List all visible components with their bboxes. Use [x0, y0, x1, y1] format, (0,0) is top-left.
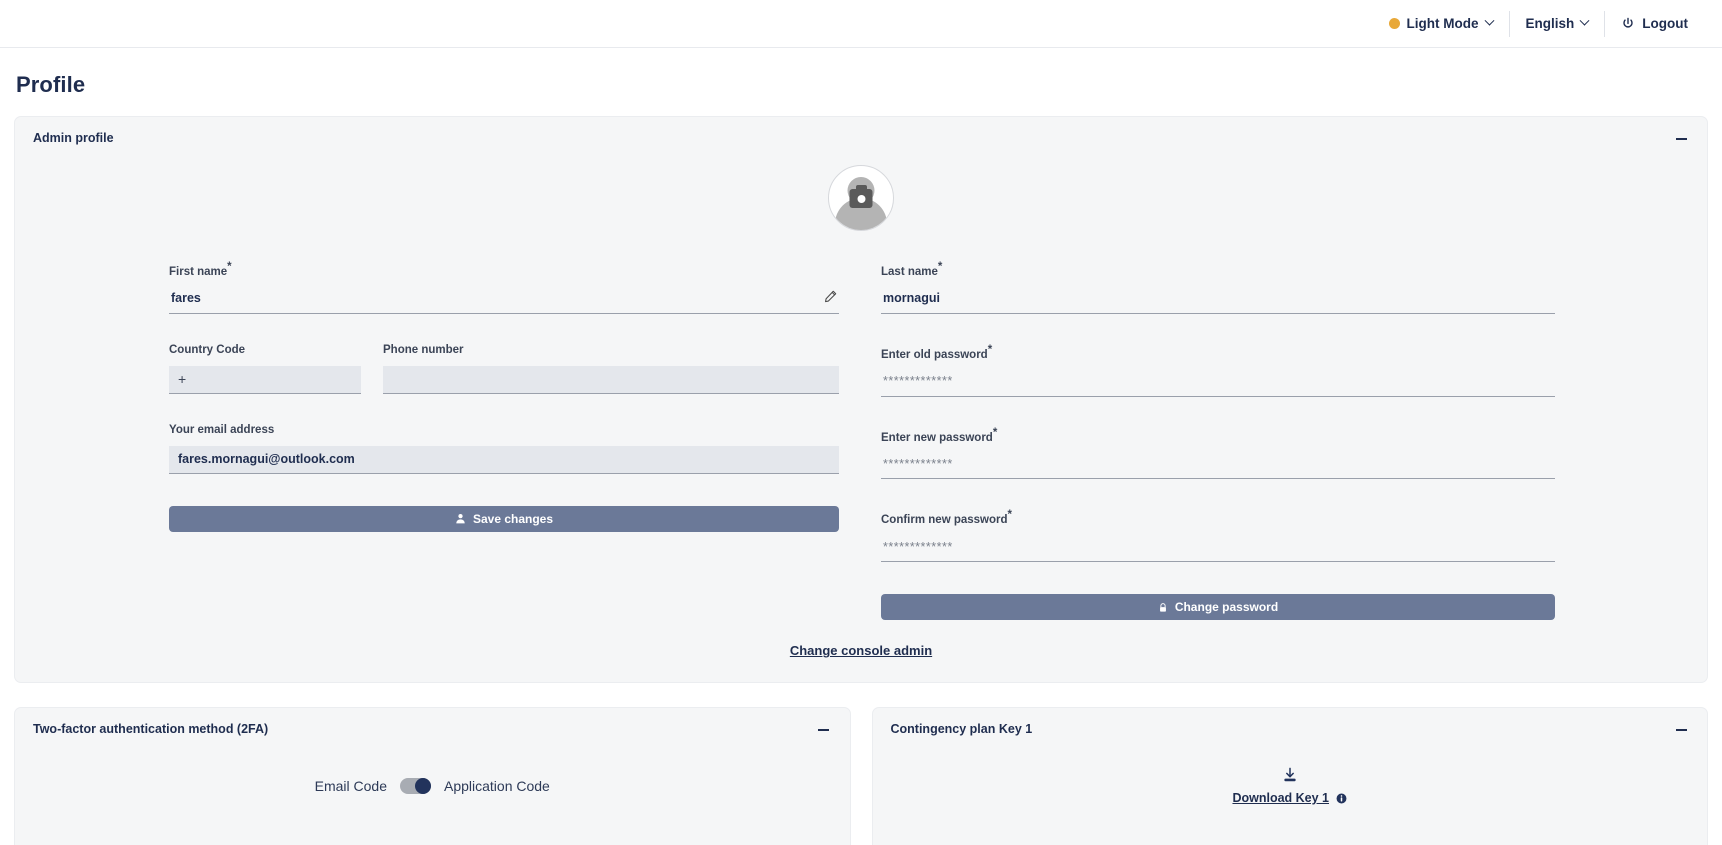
- minus-icon[interactable]: [816, 722, 832, 738]
- confirm-password-label: Confirm new password*: [881, 509, 1555, 526]
- required-marker: *: [227, 261, 232, 273]
- two-factor-header: Two-factor authentication method (2FA): [15, 708, 850, 738]
- required-marker: *: [992, 426, 998, 439]
- required-marker: *: [1007, 509, 1013, 522]
- logout-label: Logout: [1642, 16, 1688, 31]
- new-password-input-wrap: [881, 453, 1555, 480]
- contingency-key-header: Contingency plan Key 1: [873, 708, 1708, 738]
- theme-switcher[interactable]: Light Mode: [1373, 11, 1509, 37]
- old-password-input[interactable]: [881, 374, 1555, 393]
- chevron-down-icon: [1484, 15, 1494, 26]
- bottom-cards-row: Two-factor authentication method (2FA) E…: [14, 707, 1708, 845]
- change-password-button[interactable]: Change password: [881, 594, 1555, 621]
- user-icon: [456, 514, 465, 524]
- two-factor-toggle[interactable]: [400, 778, 431, 795]
- required-marker: *: [937, 261, 943, 273]
- language-switcher-label: English: [1525, 16, 1575, 31]
- admin-profile-title: Admin profile: [33, 131, 114, 145]
- country-code-input-wrap: +: [169, 365, 361, 394]
- old-password-input-wrap: [881, 371, 1555, 397]
- phone-number-field-group: Phone number: [383, 344, 839, 394]
- avatar[interactable]: [828, 165, 894, 231]
- minus-icon[interactable]: [1673, 722, 1689, 738]
- email-input[interactable]: [178, 452, 830, 467]
- email-field-group: Your email address: [169, 424, 839, 474]
- plus-sign: +: [178, 371, 187, 388]
- save-changes-button[interactable]: Save changes: [169, 505, 839, 532]
- lock-icon: [1159, 602, 1166, 612]
- last-name-label: Last name*: [881, 261, 1555, 278]
- two-factor-title: Two-factor authentication method (2FA): [33, 722, 269, 737]
- contingency-key-title: Contingency plan Key 1: [890, 722, 1033, 737]
- camera-icon: [849, 189, 873, 208]
- email-label: Your email address: [169, 423, 275, 436]
- confirm-password-label-text: Confirm new password: [881, 514, 1008, 527]
- info-icon[interactable]: [1336, 793, 1347, 804]
- download-icon[interactable]: [1282, 767, 1298, 783]
- save-changes-label: Save changes: [472, 511, 554, 526]
- pencil-icon[interactable]: [824, 290, 837, 303]
- two-factor-card: Two-factor authentication method (2FA) E…: [14, 707, 851, 845]
- phone-number-input-wrap: [383, 365, 839, 394]
- phone-row: Country Code + Phone number: [169, 314, 839, 394]
- new-password-input[interactable]: [881, 456, 1555, 475]
- last-name-label-text: Last name: [881, 265, 938, 278]
- profile-form-left-column: First name* Country Code +: [33, 237, 861, 620]
- top-bar: Light Mode English Logout: [0, 0, 1722, 48]
- country-code-label: Country Code: [169, 343, 246, 356]
- chevron-down-icon: [1579, 15, 1590, 26]
- phone-number-input[interactable]: [392, 372, 830, 387]
- theme-switcher-label: Light Mode: [1406, 16, 1479, 31]
- new-password-field-group: Enter new password*: [881, 427, 1555, 480]
- country-code-field-group: Country Code +: [169, 344, 361, 394]
- download-key-link[interactable]: Download Key 1: [1232, 791, 1329, 805]
- admin-profile-header: Admin profile: [15, 117, 1707, 147]
- download-key-line: Download Key 1: [1232, 791, 1347, 805]
- first-name-input-wrap: [169, 288, 839, 314]
- phone-number-label: Phone number: [383, 343, 464, 356]
- first-name-label-text: First name: [169, 265, 228, 278]
- logout-button[interactable]: Logout: [1604, 10, 1704, 37]
- two-factor-option-email[interactable]: Email Code: [315, 778, 387, 794]
- change-console-admin-container: Change console admin: [15, 642, 1707, 682]
- contingency-key-card: Contingency plan Key 1 Download Key 1: [871, 707, 1708, 845]
- change-console-admin-link[interactable]: Change console admin: [790, 643, 932, 658]
- confirm-password-input-wrap: [881, 536, 1555, 563]
- confirm-password-input[interactable]: [881, 539, 1555, 558]
- required-marker: *: [987, 343, 993, 356]
- two-factor-option-application[interactable]: Application Code: [444, 778, 550, 794]
- confirm-password-field-group: Confirm new password*: [881, 509, 1555, 563]
- first-name-input[interactable]: [169, 291, 839, 310]
- new-password-label: Enter new password*: [881, 427, 1555, 444]
- email-input-wrap: [169, 445, 839, 474]
- first-name-label: First name*: [169, 261, 839, 278]
- language-switcher[interactable]: English: [1508, 10, 1605, 37]
- last-name-input[interactable]: [881, 291, 1555, 310]
- old-password-label-text: Enter old password: [881, 348, 988, 361]
- admin-profile-card: Admin profile First name* fares Country …: [14, 116, 1708, 684]
- circle-icon: [1388, 18, 1400, 29]
- profile-form: First name* Country Code +: [15, 237, 1707, 621]
- page-title: Profile: [16, 72, 86, 97]
- change-password-label: Change password: [1174, 600, 1279, 615]
- last-name-field-group: Last name*: [881, 261, 1555, 314]
- profile-form-right-column: Last name* Enter old password*: [861, 237, 1689, 621]
- first-name-field-group: First name*: [169, 261, 839, 314]
- minus-icon[interactable]: [1673, 131, 1689, 147]
- old-password-label: Enter old password*: [881, 344, 1555, 361]
- toggle-knob: [415, 778, 431, 795]
- contingency-key-body: Download Key 1: [873, 738, 1708, 834]
- last-name-input-wrap: [881, 288, 1555, 314]
- two-factor-body: Email Code Application Code: [15, 738, 850, 834]
- page-container: Profile Admin profile First name* fares …: [0, 72, 1722, 845]
- old-password-field-group: Enter old password*: [881, 344, 1555, 397]
- power-icon: [1623, 17, 1633, 28]
- new-password-label-text: Enter new password: [881, 431, 993, 444]
- avatar-container: [15, 165, 1707, 231]
